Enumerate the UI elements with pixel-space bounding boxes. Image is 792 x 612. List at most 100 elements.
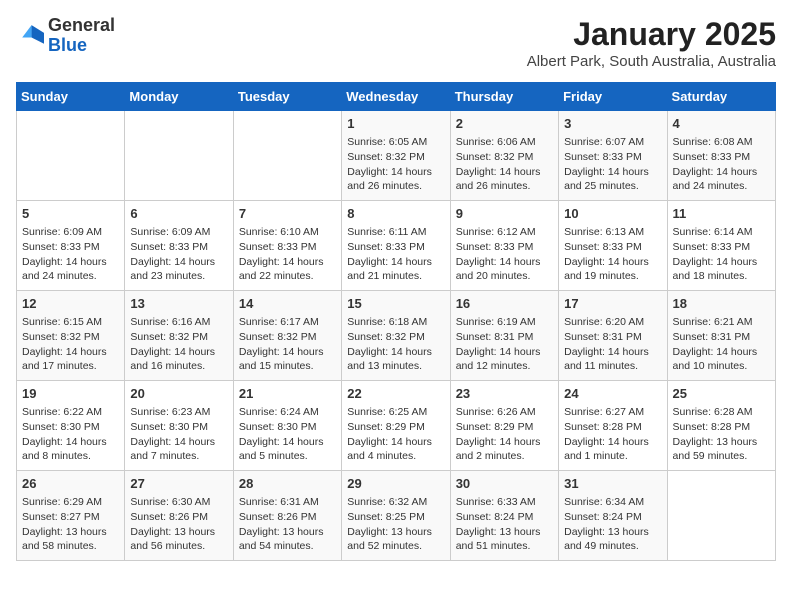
- day-info: Sunrise: 6:07 AMSunset: 8:33 PMDaylight:…: [564, 135, 661, 194]
- calendar-cell: 26Sunrise: 6:29 AMSunset: 8:27 PMDayligh…: [17, 471, 125, 561]
- day-number: 24: [564, 385, 661, 403]
- day-info: Sunrise: 6:28 AMSunset: 8:28 PMDaylight:…: [673, 405, 770, 464]
- day-info: Sunrise: 6:33 AMSunset: 8:24 PMDaylight:…: [456, 495, 553, 554]
- calendar-cell: 14 Sunrise: 6:17 AMSunset: 8:32 PMDayligh…: [233, 291, 341, 381]
- calendar-cell: 15 Sunrise: 6:18 AMSunset: 8:32 PMDayligh…: [342, 291, 450, 381]
- calendar-cell: 18 Sunrise: 6:21 AMSunset: 8:31 PMDayligh…: [667, 291, 775, 381]
- calendar-cell: 27 Sunrise: 6:30 AMSunset: 8:26 PMDayligh…: [125, 471, 233, 561]
- calendar-cell: 13 Sunrise: 6:16 AMSunset: 8:32 PMDayligh…: [125, 291, 233, 381]
- day-info: Sunrise: 6:10 AMSunset: 8:33 PMDaylight:…: [239, 225, 336, 284]
- day-number: 6: [130, 205, 227, 223]
- day-number: 16: [456, 295, 553, 313]
- day-info: Sunrise: 6:16 AMSunset: 8:32 PMDaylight:…: [130, 315, 227, 374]
- page-header: General Blue January 2025 Albert Park, S…: [16, 16, 776, 70]
- day-number: 11: [673, 205, 770, 223]
- day-number: 8: [347, 205, 444, 223]
- day-info: Sunrise: 6:27 AMSunset: 8:28 PMDaylight:…: [564, 405, 661, 464]
- calendar-cell: 12 Sunrise: 6:15 AMSunset: 8:32 PMDayligh…: [17, 291, 125, 381]
- day-info: Sunrise: 6:25 AMSunset: 8:29 PMDaylight:…: [347, 405, 444, 464]
- calendar-cell: [17, 111, 125, 201]
- day-info: Sunrise: 6:23 AMSunset: 8:30 PMDaylight:…: [130, 405, 227, 464]
- calendar-subtitle: Albert Park, South Australia, Australia: [527, 53, 776, 70]
- day-number: 29: [347, 475, 444, 493]
- calendar-week-row: 5 Sunrise: 6:09 AMSunset: 8:33 PMDaylight…: [17, 201, 776, 291]
- day-info: Sunrise: 6:32 AMSunset: 8:25 PMDaylight:…: [347, 495, 444, 554]
- day-info: Sunrise: 6:30 AMSunset: 8:26 PMDaylight:…: [130, 495, 227, 554]
- calendar-cell: 5 Sunrise: 6:09 AMSunset: 8:33 PMDaylight…: [17, 201, 125, 291]
- calendar-cell: [667, 471, 775, 561]
- calendar-cell: 16 Sunrise: 6:19 AMSunset: 8:31 PMDayligh…: [450, 291, 558, 381]
- day-number: 20: [130, 385, 227, 403]
- day-info: Sunrise: 6:09 AMSunset: 8:33 PMDaylight:…: [22, 225, 119, 284]
- day-info: Sunrise: 6:06 AMSunset: 8:32 PMDaylight:…: [456, 135, 553, 194]
- calendar-week-row: 1 Sunrise: 6:05 AMSunset: 8:32 PMDaylight…: [17, 111, 776, 201]
- day-number: 13: [130, 295, 227, 313]
- calendar-cell: 17Sunrise: 6:20 AMSunset: 8:31 PMDayligh…: [559, 291, 667, 381]
- calendar-cell: 19 Sunrise: 6:22 AMSunset: 8:30 PMDayligh…: [17, 381, 125, 471]
- title-block: January 2025 Albert Park, South Australi…: [527, 16, 776, 70]
- day-number: 15: [347, 295, 444, 313]
- day-number: 28: [239, 475, 336, 493]
- day-info: Sunrise: 6:22 AMSunset: 8:30 PMDaylight:…: [22, 405, 119, 464]
- day-number: 18: [673, 295, 770, 313]
- calendar-cell: 22Sunrise: 6:25 AMSunset: 8:29 PMDayligh…: [342, 381, 450, 471]
- day-number: 23: [456, 385, 553, 403]
- day-info: Sunrise: 6:13 AMSunset: 8:33 PMDaylight:…: [564, 225, 661, 284]
- calendar-cell: 1 Sunrise: 6:05 AMSunset: 8:32 PMDaylight…: [342, 111, 450, 201]
- logo: General Blue: [16, 16, 115, 56]
- day-info: Sunrise: 6:12 AMSunset: 8:33 PMDaylight:…: [456, 225, 553, 284]
- day-number: 14: [239, 295, 336, 313]
- day-info: Sunrise: 6:19 AMSunset: 8:31 PMDaylight:…: [456, 315, 553, 374]
- day-info: Sunrise: 6:14 AMSunset: 8:33 PMDaylight:…: [673, 225, 770, 284]
- day-info: Sunrise: 6:17 AMSunset: 8:32 PMDaylight:…: [239, 315, 336, 374]
- day-info: Sunrise: 6:21 AMSunset: 8:31 PMDaylight:…: [673, 315, 770, 374]
- logo-icon: [16, 22, 44, 50]
- day-info: Sunrise: 6:29 AMSunset: 8:27 PMDaylight:…: [22, 495, 119, 554]
- day-number: 10: [564, 205, 661, 223]
- day-number: 19: [22, 385, 119, 403]
- calendar-cell: 25 Sunrise: 6:28 AMSunset: 8:28 PMDayligh…: [667, 381, 775, 471]
- calendar-cell: 11 Sunrise: 6:14 AMSunset: 8:33 PMDayligh…: [667, 201, 775, 291]
- calendar-week-row: 12 Sunrise: 6:15 AMSunset: 8:32 PMDayligh…: [17, 291, 776, 381]
- day-info: Sunrise: 6:34 AMSunset: 8:24 PMDaylight:…: [564, 495, 661, 554]
- day-number: 25: [673, 385, 770, 403]
- header-wednesday: Wednesday: [342, 83, 450, 111]
- calendar-cell: 8Sunrise: 6:11 AMSunset: 8:33 PMDaylight…: [342, 201, 450, 291]
- calendar-cell: 9 Sunrise: 6:12 AMSunset: 8:33 PMDaylight…: [450, 201, 558, 291]
- day-info: Sunrise: 6:26 AMSunset: 8:29 PMDaylight:…: [456, 405, 553, 464]
- day-number: 1: [347, 115, 444, 133]
- calendar-cell: 30 Sunrise: 6:33 AMSunset: 8:24 PMDayligh…: [450, 471, 558, 561]
- day-info: Sunrise: 6:18 AMSunset: 8:32 PMDaylight:…: [347, 315, 444, 374]
- calendar-week-row: 26Sunrise: 6:29 AMSunset: 8:27 PMDayligh…: [17, 471, 776, 561]
- calendar-week-row: 19 Sunrise: 6:22 AMSunset: 8:30 PMDayligh…: [17, 381, 776, 471]
- calendar-cell: 7Sunrise: 6:10 AMSunset: 8:33 PMDaylight…: [233, 201, 341, 291]
- day-number: 30: [456, 475, 553, 493]
- header-monday: Monday: [125, 83, 233, 111]
- calendar-cell: 24 Sunrise: 6:27 AMSunset: 8:28 PMDayligh…: [559, 381, 667, 471]
- calendar-table: SundayMondayTuesdayWednesdayThursdayFrid…: [16, 82, 776, 561]
- day-number: 4: [673, 115, 770, 133]
- calendar-cell: 28 Sunrise: 6:31 AMSunset: 8:26 PMDayligh…: [233, 471, 341, 561]
- day-info: Sunrise: 6:08 AMSunset: 8:33 PMDaylight:…: [673, 135, 770, 194]
- day-number: 21: [239, 385, 336, 403]
- calendar-cell: 2 Sunrise: 6:06 AMSunset: 8:32 PMDaylight…: [450, 111, 558, 201]
- calendar-cell: [233, 111, 341, 201]
- day-number: 12: [22, 295, 119, 313]
- calendar-cell: 23 Sunrise: 6:26 AMSunset: 8:29 PMDayligh…: [450, 381, 558, 471]
- day-number: 17: [564, 295, 661, 313]
- calendar-cell: 29 Sunrise: 6:32 AMSunset: 8:25 PMDayligh…: [342, 471, 450, 561]
- day-info: Sunrise: 6:31 AMSunset: 8:26 PMDaylight:…: [239, 495, 336, 554]
- calendar-cell: 31 Sunrise: 6:34 AMSunset: 8:24 PMDayligh…: [559, 471, 667, 561]
- day-number: 31: [564, 475, 661, 493]
- calendar-cell: 6Sunrise: 6:09 AMSunset: 8:33 PMDaylight…: [125, 201, 233, 291]
- day-number: 9: [456, 205, 553, 223]
- day-info: Sunrise: 6:15 AMSunset: 8:32 PMDaylight:…: [22, 315, 119, 374]
- day-number: 27: [130, 475, 227, 493]
- day-number: 2: [456, 115, 553, 133]
- day-number: 5: [22, 205, 119, 223]
- day-info: Sunrise: 6:24 AMSunset: 8:30 PMDaylight:…: [239, 405, 336, 464]
- header-tuesday: Tuesday: [233, 83, 341, 111]
- day-info: Sunrise: 6:05 AMSunset: 8:32 PMDaylight:…: [347, 135, 444, 194]
- calendar-cell: 21 Sunrise: 6:24 AMSunset: 8:30 PMDayligh…: [233, 381, 341, 471]
- calendar-header-row: SundayMondayTuesdayWednesdayThursdayFrid…: [17, 83, 776, 111]
